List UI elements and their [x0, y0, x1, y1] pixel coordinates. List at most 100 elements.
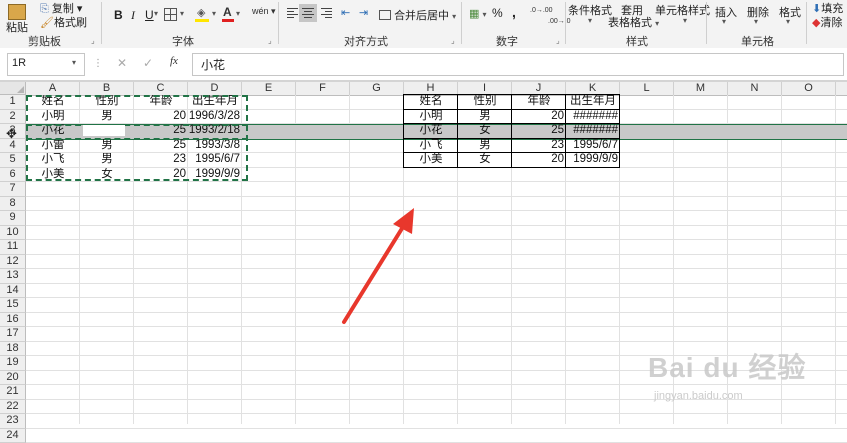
conditional-format-dropdown-icon[interactable]: ▾: [588, 16, 592, 25]
cell-i2[interactable]: 男: [458, 110, 512, 123]
cell-h3[interactable]: 小花: [404, 124, 458, 137]
paste-button[interactable]: 粘贴: [2, 4, 32, 36]
currency-icon[interactable]: ▦ ▾: [469, 7, 486, 20]
percent-button[interactable]: %: [492, 6, 503, 20]
row-header-21[interactable]: 21: [0, 385, 26, 400]
grid-row-line: [26, 254, 847, 255]
table-format-button[interactable]: 表格格式 ▾: [608, 14, 659, 30]
row-header-18[interactable]: 18: [0, 342, 26, 356]
row-header-17[interactable]: 17: [0, 327, 26, 342]
cell-j1[interactable]: 年龄: [512, 95, 566, 108]
row-header-10[interactable]: 10: [0, 226, 26, 240]
grid-row-line: [26, 181, 847, 182]
cell-h1[interactable]: 姓名: [404, 95, 458, 108]
row-header-20[interactable]: 20: [0, 371, 26, 385]
row-header-24[interactable]: 24: [0, 429, 26, 443]
row-header-23[interactable]: 23: [0, 414, 26, 429]
insert-function-button[interactable]: fx: [170, 55, 178, 67]
number-launcher-icon[interactable]: ⌟: [556, 36, 564, 45]
formula-input[interactable]: 小花: [192, 53, 844, 76]
column-header-g[interactable]: G: [350, 82, 404, 95]
column-header-m[interactable]: M: [674, 82, 728, 95]
format-painter-button[interactable]: 🖌格式刷: [40, 14, 87, 30]
border-dropdown-icon[interactable]: ▾: [180, 9, 184, 18]
underline-button[interactable]: U: [145, 8, 154, 22]
column-header-e[interactable]: E: [242, 82, 296, 95]
cell-j2[interactable]: 20: [512, 110, 566, 123]
column-header-f[interactable]: F: [296, 82, 350, 95]
row-header-14[interactable]: 14: [0, 284, 26, 298]
cell-i3[interactable]: 女: [458, 124, 512, 137]
row-header-1[interactable]: 1: [0, 95, 26, 110]
cell-h5[interactable]: 小美: [404, 153, 458, 166]
row-header-11[interactable]: 11: [0, 240, 26, 255]
select-all-corner[interactable]: [0, 82, 26, 95]
font-color-dropdown-icon[interactable]: ▾: [236, 9, 240, 18]
phonetic-icon[interactable]: wén ▾: [252, 6, 276, 17]
row-header-2[interactable]: 2: [0, 110, 26, 124]
fill-color-dropdown-icon[interactable]: ▾: [212, 9, 216, 18]
name-box-dropdown-icon[interactable]: ▾: [72, 58, 76, 67]
row-header-8[interactable]: 8: [0, 197, 26, 211]
format-dropdown-icon[interactable]: ▾: [786, 17, 790, 26]
cell-i4[interactable]: 男: [458, 139, 512, 152]
row-header-22[interactable]: 22: [0, 400, 26, 414]
column-header-d[interactable]: D: [188, 82, 242, 95]
cancel-icon[interactable]: ✕: [117, 56, 127, 70]
row-header-7[interactable]: 7: [0, 182, 26, 197]
font-color-icon[interactable]: A: [222, 5, 234, 22]
increase-indent-icon[interactable]: ⇥: [359, 6, 368, 19]
border-icon[interactable]: [164, 8, 177, 21]
clear-button[interactable]: ◆清除: [812, 14, 842, 30]
merge-center-button[interactable]: 合并后居中 ▾: [379, 7, 456, 23]
row-header-19[interactable]: 19: [0, 356, 26, 371]
column-header-l[interactable]: L: [620, 82, 674, 95]
column-header-c[interactable]: C: [134, 82, 188, 95]
cell-h2[interactable]: 小明: [404, 110, 458, 123]
cell-h4[interactable]: 小飞: [404, 139, 458, 152]
cell-j4[interactable]: 23: [512, 139, 566, 152]
column-header-b[interactable]: B: [80, 82, 134, 95]
merge-icon: [379, 10, 391, 20]
row-header-15[interactable]: 15: [0, 298, 26, 313]
row-header-16[interactable]: 16: [0, 313, 26, 327]
cell-i5[interactable]: 女: [458, 153, 512, 166]
increase-decimal-button[interactable]: .0→.00: [530, 7, 553, 14]
row-header-13[interactable]: 13: [0, 269, 26, 284]
delete-dropdown-icon[interactable]: ▾: [754, 17, 758, 26]
arrow-head: [393, 208, 414, 234]
insert-dropdown-icon[interactable]: ▾: [722, 17, 726, 26]
cell-k4[interactable]: 1995/6/7: [566, 139, 620, 152]
clipboard-launcher-icon[interactable]: ⌟: [91, 36, 99, 45]
font-launcher-icon[interactable]: ⌟: [268, 36, 276, 45]
align-center-button[interactable]: [299, 4, 317, 22]
row-header-9[interactable]: 9: [0, 211, 26, 226]
decrease-decimal-button[interactable]: .00→.0: [548, 18, 571, 25]
align-left-icon[interactable]: [287, 8, 298, 18]
enter-icon[interactable]: ✓: [143, 56, 153, 70]
cell-styles-dropdown-icon[interactable]: ▾: [683, 16, 687, 25]
cell-k2[interactable]: #######: [566, 110, 620, 123]
align-right-icon[interactable]: [321, 8, 332, 18]
column-header-n[interactable]: N: [728, 82, 782, 95]
cell-k5[interactable]: 1999/9/9: [566, 153, 620, 166]
fill-color-icon[interactable]: ◈: [195, 6, 209, 22]
cell-j3[interactable]: 25: [512, 124, 566, 137]
alignment-launcher-icon[interactable]: ⌟: [451, 36, 459, 45]
cell-j5[interactable]: 20: [512, 153, 566, 166]
comma-button[interactable]: ,: [512, 4, 516, 20]
row-header-5[interactable]: 5: [0, 153, 26, 168]
column-header-o[interactable]: O: [782, 82, 836, 95]
decrease-indent-icon[interactable]: ⇤: [341, 6, 350, 19]
cell-k3[interactable]: #######: [566, 124, 620, 137]
cell-i1[interactable]: 性别: [458, 95, 512, 108]
underline-dropdown-icon[interactable]: ▾: [154, 9, 158, 18]
cell-k1[interactable]: 出生年月: [566, 95, 620, 108]
row-selection-marquee: [26, 124, 248, 140]
row-header-12[interactable]: 12: [0, 255, 26, 269]
bold-button[interactable]: B: [114, 8, 123, 22]
row-header-6[interactable]: 6: [0, 168, 26, 182]
column-header-a[interactable]: A: [26, 82, 80, 95]
italic-button[interactable]: I: [131, 8, 135, 23]
name-box[interactable]: 1R ▾: [7, 53, 85, 76]
